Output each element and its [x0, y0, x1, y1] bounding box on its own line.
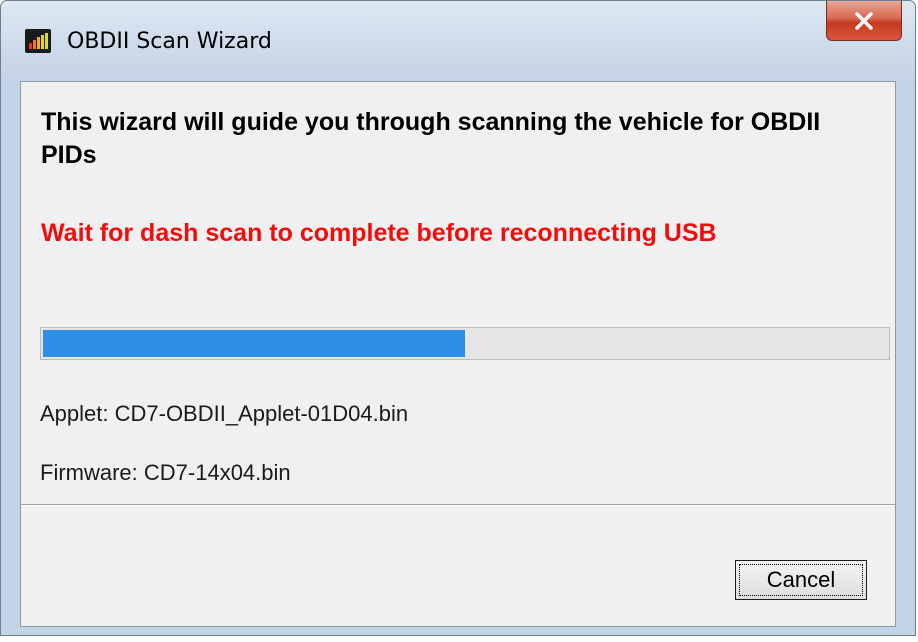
close-icon: [855, 11, 873, 30]
scan-progress-bar: [40, 327, 890, 360]
wizard-content: This wizard will guide you through scann…: [20, 81, 896, 627]
firmware-label: Firmware: CD7-14x04.bin: [40, 460, 291, 485]
progress-fill: [43, 330, 465, 357]
cancel-button[interactable]: Cancel: [735, 560, 867, 600]
applet-label: Applet: CD7-OBDII_Applet-01D04.bin: [40, 401, 409, 426]
divider: [21, 504, 895, 506]
close-button[interactable]: [826, 1, 902, 41]
bar-graph-icon: [25, 29, 51, 53]
focus-rectangle: [739, 564, 863, 596]
intro-text: This wizard will guide you through scann…: [41, 108, 821, 169]
warning-text: Wait for dash scan to complete before re…: [41, 219, 717, 247]
wizard-window: OBDII Scan Wizard This wizard will guide…: [0, 0, 916, 636]
window-title: OBDII Scan Wizard: [67, 29, 272, 54]
title-bar[interactable]: OBDII Scan Wizard: [1, 1, 915, 83]
